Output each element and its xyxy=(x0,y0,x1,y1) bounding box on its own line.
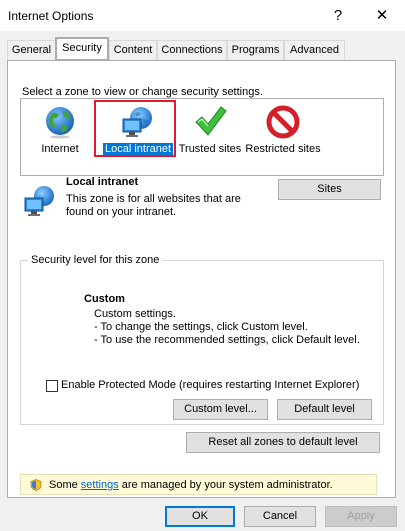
tab-connections[interactable]: Connections xyxy=(157,40,227,60)
protected-mode-checkbox[interactable] xyxy=(46,380,58,392)
window-title: Internet Options xyxy=(8,9,94,23)
custom-level-button[interactable]: Custom level... xyxy=(173,399,268,420)
checkmark-icon xyxy=(195,106,227,136)
local-intranet-icon xyxy=(24,186,54,216)
tab-advanced[interactable]: Advanced xyxy=(284,40,345,60)
reset-all-zones-button[interactable]: Reset all zones to default level xyxy=(186,432,380,453)
tab-content[interactable]: Content xyxy=(109,40,157,60)
zone-restricted-sites-label: Restricted sites xyxy=(245,143,321,155)
admin-notice-text: Some settings are managed by your system… xyxy=(49,479,333,491)
security-level-line-3: - To use the recommended settings, click… xyxy=(94,334,360,346)
apply-button[interactable]: Apply xyxy=(325,506,397,527)
zone-detail-title: Local intranet xyxy=(66,176,139,188)
tab-security[interactable]: Security xyxy=(55,37,109,61)
tab-general[interactable]: General xyxy=(7,40,56,60)
sites-button[interactable]: Sites xyxy=(278,179,381,200)
zone-trusted-sites[interactable]: Trusted sites xyxy=(170,103,250,173)
security-level-line-2: - To change the settings, click Custom l… xyxy=(94,321,308,333)
default-level-button[interactable]: Default level xyxy=(277,399,372,420)
zone-internet-label: Internet xyxy=(41,143,79,155)
zone-list: Internet Local intranet Trusted sites Re… xyxy=(20,98,384,176)
settings-link[interactable]: settings xyxy=(81,479,119,491)
zone-restricted-sites[interactable]: Restricted sites xyxy=(243,103,323,173)
admin-notice: Some settings are managed by your system… xyxy=(20,474,377,495)
zone-detail-description-1: This zone is for all websites that are xyxy=(66,193,241,205)
zone-detail-description-2: found on your intranet. xyxy=(66,206,177,218)
cancel-button[interactable]: Cancel xyxy=(244,506,316,527)
zone-trusted-sites-label: Trusted sites xyxy=(178,143,242,155)
protected-mode-label: Enable Protected Mode (requires restarti… xyxy=(61,379,360,391)
security-level-group-title: Security level for this zone xyxy=(28,254,163,266)
tab-programs[interactable]: Programs xyxy=(227,40,284,60)
help-button[interactable]: ? xyxy=(327,5,349,27)
security-level-line-1: Custom settings. xyxy=(94,308,176,320)
restricted-icon xyxy=(266,105,300,139)
highlight-local-intranet xyxy=(94,100,176,157)
security-level-name: Custom xyxy=(84,293,125,305)
shield-icon xyxy=(30,479,42,491)
ok-button[interactable]: OK xyxy=(165,506,235,527)
globe-icon xyxy=(46,107,74,139)
zone-internet[interactable]: Internet xyxy=(20,103,100,173)
zone-prompt: Select a zone to view or change security… xyxy=(22,86,263,98)
close-button[interactable]: ✕ xyxy=(371,5,393,27)
